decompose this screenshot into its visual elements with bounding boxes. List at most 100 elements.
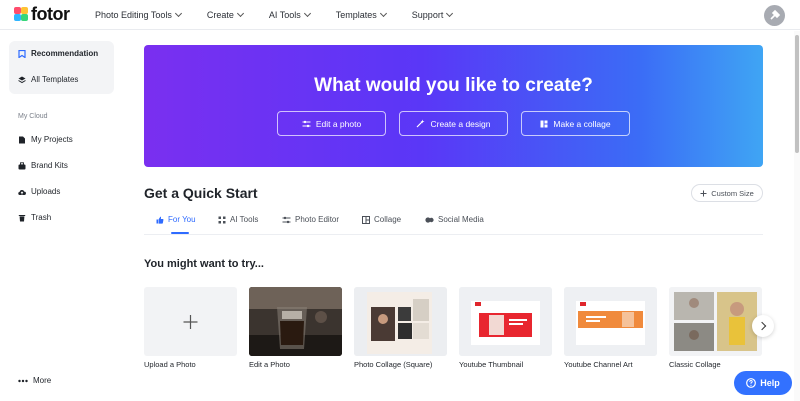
- youtube-channel-art-card[interactable]: [564, 287, 657, 356]
- tab-label: Photo Editor: [295, 215, 340, 224]
- card-label: Edit a Photo: [249, 360, 290, 369]
- card-label: Upload a Photo: [144, 360, 196, 369]
- carousel-next-button[interactable]: [752, 315, 774, 337]
- sliders-icon: [302, 120, 311, 127]
- sidebar-more-label: More: [33, 376, 52, 385]
- more-dots-icon: [18, 379, 28, 382]
- edit-photo-card[interactable]: [249, 287, 342, 356]
- briefcase-icon: [18, 161, 26, 169]
- card-label: Photo Collage (Square): [354, 360, 433, 369]
- help-label: Help: [760, 378, 780, 388]
- chevron-right-icon: [757, 321, 767, 331]
- chevron-down-icon: [236, 9, 244, 18]
- tab-collage[interactable]: Collage: [362, 215, 401, 224]
- quick-start-title: Get a Quick Start: [144, 185, 258, 201]
- sidebar-item-trash[interactable]: Trash: [18, 213, 51, 222]
- grid-icon: [540, 120, 548, 127]
- card-label: Youtube Channel Art: [564, 360, 633, 369]
- make-collage-button[interactable]: Make a collage: [521, 111, 630, 136]
- sidebar-item-label: All Templates: [31, 75, 79, 84]
- card-label: Classic Collage: [669, 360, 721, 369]
- tab-label: Social Media: [438, 215, 484, 224]
- youtube-thumbnail-card[interactable]: [459, 287, 552, 356]
- chevron-down-icon: [446, 9, 454, 18]
- logo-text: fotor: [31, 4, 70, 24]
- tab-photo-editor[interactable]: Photo Editor: [282, 215, 339, 224]
- document-icon: [19, 136, 25, 143]
- active-tab-indicator: [171, 232, 189, 234]
- sidebar-item-label: Trash: [31, 213, 52, 222]
- sidebar-item-recommendation[interactable]: Recommendation: [18, 49, 98, 58]
- sidebar-item-all-templates[interactable]: All Templates: [18, 75, 78, 84]
- sidebar-item-label: My Projects: [31, 135, 73, 144]
- chevron-down-icon: [174, 9, 182, 18]
- classic-collage-preview: [669, 287, 762, 356]
- scroll-thumb[interactable]: [795, 35, 799, 153]
- page-scrollbar[interactable]: [794, 31, 800, 401]
- hero-banner: What would you like to create? Edit a ph…: [144, 45, 763, 167]
- tab-for-you[interactable]: For You: [156, 215, 196, 224]
- suggestions-title: You might want to try...: [144, 258, 264, 270]
- quick-start-tabs: For You AI Tools Photo Editor Collage So…: [144, 210, 763, 235]
- nav-templates[interactable]: Templates: [335, 9, 387, 20]
- nav-label: AI Tools: [268, 10, 301, 20]
- trash-icon: [18, 214, 26, 221]
- tab-label: AI Tools: [230, 215, 259, 224]
- help-button[interactable]: Help: [734, 371, 792, 395]
- upload-photo-card[interactable]: [144, 287, 237, 356]
- nav-label: Photo Editing Tools: [95, 10, 172, 20]
- cloud-upload-icon: [18, 189, 26, 195]
- layers-icon: [18, 76, 26, 83]
- ai-grid-icon: [218, 216, 226, 223]
- photo-collage-square-card[interactable]: [354, 287, 447, 356]
- hero-title: What would you like to create?: [314, 75, 593, 96]
- create-design-button[interactable]: Create a design: [399, 111, 508, 136]
- edit-photo-button[interactable]: Edit a photo: [277, 111, 386, 136]
- user-avatar-icon: [770, 9, 781, 20]
- tab-label: Collage: [374, 215, 402, 224]
- button-label: Create a design: [430, 118, 491, 129]
- logo-mark-icon: [14, 7, 28, 21]
- sidebar-more[interactable]: More: [18, 376, 51, 385]
- button-label: Make a collage: [553, 118, 611, 129]
- sidebar-item-label: Brand Kits: [31, 161, 68, 170]
- sidebar-item-label: Uploads: [31, 187, 61, 196]
- tab-ai-tools[interactable]: AI Tools: [218, 215, 258, 224]
- thumbs-up-icon: [156, 216, 164, 224]
- fotor-logo[interactable]: fotor: [14, 4, 70, 24]
- top-bar: fotor Photo Editing Tools Create AI Tool…: [0, 0, 800, 30]
- youtube-thumbnail-preview: [459, 287, 552, 356]
- classic-collage-card[interactable]: [669, 287, 762, 356]
- chevron-down-icon: [379, 9, 387, 18]
- tab-label: For You: [168, 215, 196, 224]
- main-nav: Photo Editing Tools Create AI Tools Temp…: [95, 0, 478, 30]
- nav-ai-tools[interactable]: AI Tools: [268, 9, 311, 20]
- plus-icon: [183, 315, 198, 329]
- bookmark-icon: [18, 49, 26, 58]
- nav-label: Support: [411, 10, 444, 20]
- button-label: Edit a photo: [315, 118, 362, 129]
- plus-icon: [700, 190, 707, 196]
- custom-size-label: Custom Size: [711, 188, 754, 198]
- coffee-photo-thumbnail: [249, 287, 342, 356]
- collage-icon: [362, 215, 370, 224]
- magic-wand-icon: [417, 119, 425, 128]
- sidebar-item-uploads[interactable]: Uploads: [18, 187, 60, 196]
- sidebar-item-my-projects[interactable]: My Projects: [18, 135, 73, 144]
- chevron-down-icon: [303, 9, 311, 18]
- nav-photo-editing-tools[interactable]: Photo Editing Tools: [95, 9, 182, 20]
- help-icon: [746, 378, 757, 388]
- custom-size-button[interactable]: Custom Size: [691, 184, 763, 202]
- avatar[interactable]: [764, 5, 785, 26]
- collage-template-thumbnail: [354, 287, 447, 356]
- my-cloud-caption: My Cloud: [18, 113, 48, 120]
- sidebar-item-brand-kits[interactable]: Brand Kits: [18, 161, 68, 170]
- nav-label: Templates: [335, 10, 377, 20]
- channel-art-preview: [564, 287, 657, 356]
- social-icon: [425, 216, 434, 223]
- nav-create[interactable]: Create: [207, 9, 244, 20]
- card-label: Youtube Thumbnail: [459, 360, 524, 369]
- nav-support[interactable]: Support: [411, 9, 454, 20]
- sidebar: Recommendation All Templates My Cloud My…: [0, 31, 124, 401]
- tab-social-media[interactable]: Social Media: [425, 215, 484, 224]
